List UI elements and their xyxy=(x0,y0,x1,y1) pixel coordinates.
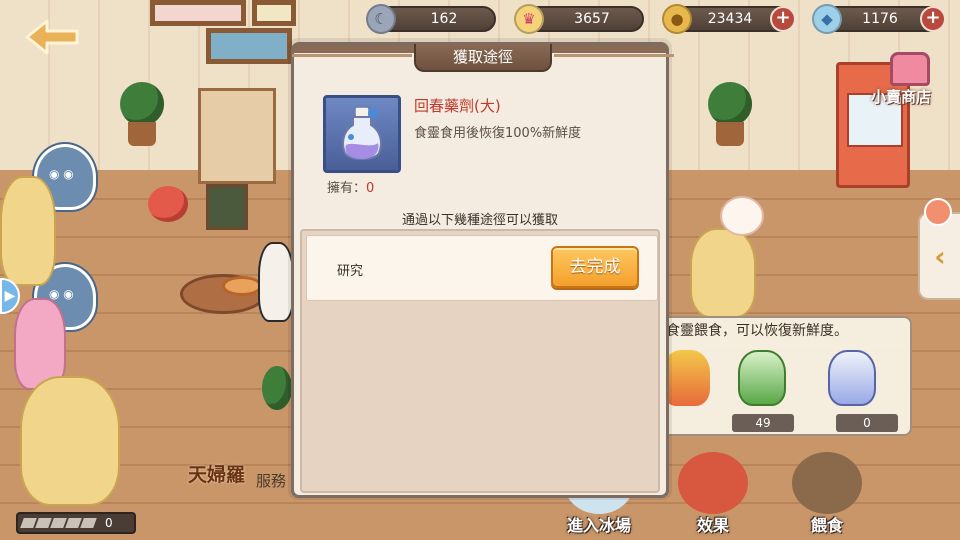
play-arrow-icon: ▶ xyxy=(4,288,16,304)
shop-label[interactable]: 小賣商店 xyxy=(848,86,954,107)
feed-button[interactable]: 餵食 xyxy=(784,452,870,540)
shop-icon[interactable] xyxy=(890,52,930,86)
effect-button[interactable]: 效果 xyxy=(670,452,756,540)
plant-pot xyxy=(128,122,156,146)
plus-icon: + xyxy=(925,7,941,28)
potted-plant xyxy=(120,82,164,126)
currency-crown: ♛ 3657 xyxy=(514,4,644,34)
plant-pot xyxy=(716,122,744,146)
display-shelf xyxy=(198,88,276,184)
feed-count: 0 xyxy=(836,414,898,432)
add-crystal-button[interactable]: + xyxy=(920,6,946,32)
character-duty: 服務 xyxy=(256,472,287,490)
stamina-pip xyxy=(50,518,67,528)
item-icon-frame xyxy=(323,95,401,173)
feed-item-green-potion[interactable] xyxy=(728,350,794,410)
stamina-value: 0 xyxy=(105,516,113,530)
crystal-icon: ◆ xyxy=(812,4,842,34)
button-label: 餵食 xyxy=(810,516,843,535)
side-panel-toggle[interactable]: ‹ xyxy=(918,198,960,300)
blonde-waitress-character[interactable] xyxy=(690,228,756,318)
painting-small xyxy=(252,0,296,26)
rejuvenation-potion-icon xyxy=(342,106,382,160)
item-name: 回春藥劑(大) xyxy=(414,97,501,115)
stamina-pip xyxy=(65,518,82,528)
moon-coin-icon: ☾ xyxy=(366,4,396,34)
go-complete-button[interactable]: 去完成 xyxy=(551,246,639,288)
currency-moon: ☾ 162 xyxy=(366,4,496,34)
food-bowl-icon xyxy=(792,452,862,514)
button-label: 效果 xyxy=(696,516,729,535)
add-gold-button[interactable]: + xyxy=(770,6,796,32)
stamina-pip xyxy=(20,518,37,528)
flower-pot xyxy=(148,186,188,222)
plus-icon: + xyxy=(775,7,791,28)
owned-value: 0 xyxy=(366,181,375,196)
chef-spirit-character[interactable] xyxy=(720,196,764,236)
modal-title: 獲取途徑 xyxy=(292,44,674,72)
crown-icon: ♛ xyxy=(514,4,544,34)
sources-title: 通過以下幾種途徑可以獲取 xyxy=(401,213,558,228)
acquisition-modal: 獲取途徑 擁有：0 回春藥劑(大) 食靈食用後恢復100%新鮮度 通過以下幾種途… xyxy=(291,42,674,498)
owned-label: 擁有： xyxy=(327,181,367,196)
sources-list: 研究 去完成 xyxy=(300,229,660,493)
gold-coin-icon: ● xyxy=(662,4,692,34)
potted-plant xyxy=(708,82,752,126)
effect-icon xyxy=(678,452,748,514)
stamina-bar: 0 xyxy=(16,512,136,534)
painting-cherry xyxy=(150,0,246,26)
button-label: 進入冰場 xyxy=(566,516,631,535)
character-mini-icon xyxy=(924,198,952,226)
tempura-character[interactable] xyxy=(20,376,120,506)
character-name: 天婦羅 xyxy=(188,464,246,486)
source-row-research: 研究 去完成 xyxy=(306,235,658,301)
stamina-pip xyxy=(35,518,52,528)
painting-landscape xyxy=(206,28,292,64)
item-description: 食靈食用後恢復100%新鮮度 xyxy=(414,126,582,141)
blue-potion-icon xyxy=(828,350,876,406)
owned-count: 擁有：0 xyxy=(327,177,374,196)
feed-count: 49 xyxy=(732,414,794,432)
chevron-left-icon: ‹ xyxy=(934,239,946,273)
back-button[interactable] xyxy=(22,16,82,58)
menu-board xyxy=(206,184,248,230)
feed-hint-text: 食靈餵食，可以恢復新鮮度。 xyxy=(666,323,848,339)
source-name: 研究 xyxy=(337,264,364,279)
stamina-pip xyxy=(80,518,97,528)
pizza-plate xyxy=(222,276,262,296)
back-arrow-icon xyxy=(25,19,79,55)
feed-item-blue-potion[interactable] xyxy=(818,350,884,410)
green-potion-icon xyxy=(738,350,786,406)
blonde-character[interactable] xyxy=(0,176,56,286)
